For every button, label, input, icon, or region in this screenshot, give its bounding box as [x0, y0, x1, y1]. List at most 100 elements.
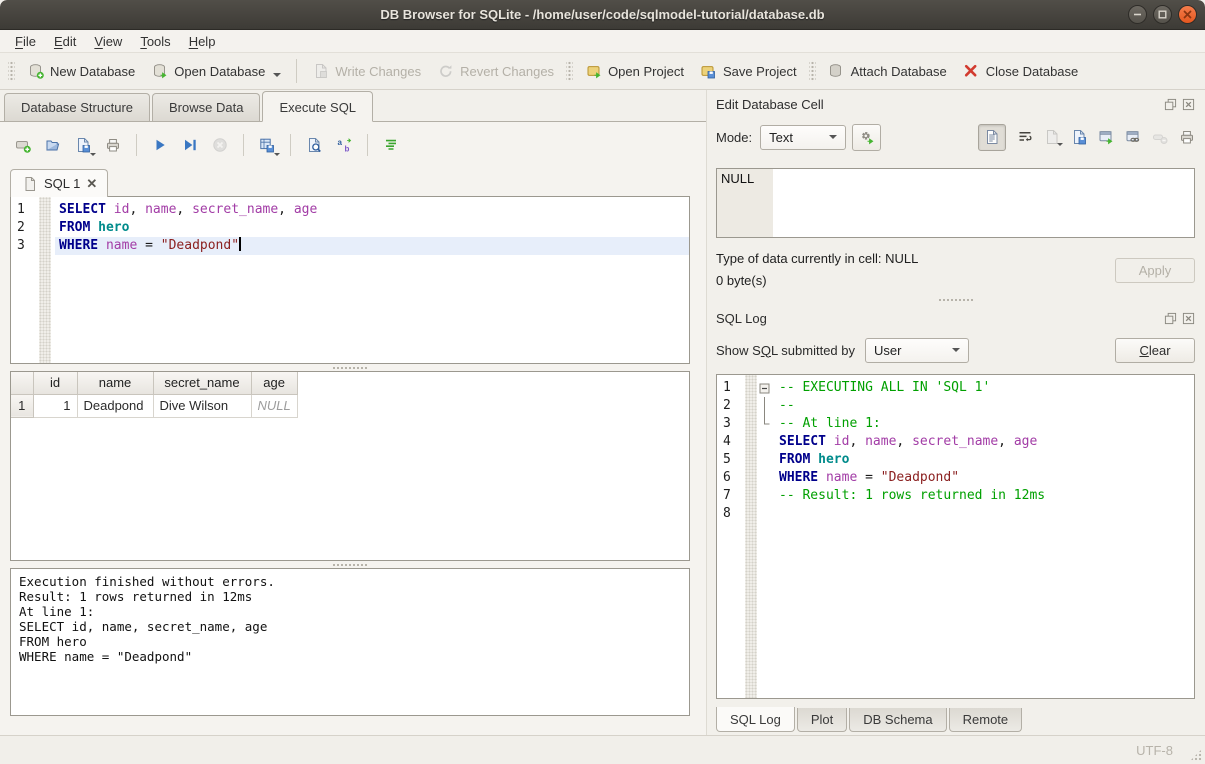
execute-line-button[interactable]: [177, 132, 203, 158]
link-button[interactable]: [1124, 129, 1141, 146]
save-project-button[interactable]: Save Project: [692, 59, 805, 84]
open-project-button[interactable]: Open Project: [577, 59, 692, 84]
execution-message-box[interactable]: Execution finished without errors.Result…: [10, 568, 690, 716]
line-number: 6: [723, 469, 745, 487]
table-cell[interactable]: Deadpond: [77, 394, 153, 417]
menu-help[interactable]: Help: [180, 32, 225, 51]
new-sql-tab-button[interactable]: [10, 132, 36, 158]
auto-apply-button[interactable]: [852, 124, 881, 151]
dock-float-icon[interactable]: [1163, 97, 1177, 111]
stop-icon: [212, 137, 229, 154]
dock-tab-remote[interactable]: Remote: [949, 708, 1023, 732]
toolbar-handle[interactable]: [566, 60, 573, 82]
print-button[interactable]: [1178, 129, 1195, 146]
minimize-button[interactable]: [1128, 5, 1147, 24]
message-line: At line 1:: [19, 604, 681, 619]
toolbar-handle[interactable]: [809, 60, 816, 82]
stop-button[interactable]: [207, 132, 233, 158]
sql-editor-code[interactable]: SELECT id, name, secret_name, ageFROM he…: [51, 197, 689, 363]
log-line: --: [775, 397, 1194, 415]
tab-browse-data[interactable]: Browse Data: [152, 93, 260, 121]
row-header[interactable]: 1: [11, 394, 33, 417]
clear-button[interactable]: Clear: [1115, 338, 1195, 363]
write-changes-button[interactable]: Write Changes: [304, 59, 429, 84]
menu-file[interactable]: File: [6, 32, 45, 51]
table-cell[interactable]: 1: [33, 394, 77, 417]
menu-view[interactable]: View: [85, 32, 131, 51]
execute-all-button[interactable]: [147, 132, 173, 158]
code-line[interactable]: FROM hero: [55, 219, 689, 237]
code-line[interactable]: SELECT id, name, secret_name, age: [55, 201, 689, 219]
apply-button[interactable]: Apply: [1115, 258, 1195, 283]
title-bar[interactable]: DB Browser for SQLite - /home/user/code/…: [0, 0, 1205, 30]
log-line: -- At line 1:: [775, 415, 1194, 433]
close-database-button[interactable]: Close Database: [955, 59, 1087, 84]
find-button[interactable]: [301, 132, 327, 158]
dock-tab-sql-log[interactable]: SQL Log: [716, 707, 795, 732]
close-button[interactable]: [1178, 5, 1197, 24]
menu-tools[interactable]: Tools: [131, 32, 179, 51]
word-wrap-icon: [1016, 129, 1033, 146]
main-toolbar: New Database Open Database Write ChangesRe…: [0, 53, 1205, 90]
text-mode-button[interactable]: [978, 124, 1006, 151]
menu-edit[interactable]: Edit: [45, 32, 85, 51]
print-button[interactable]: [100, 132, 126, 158]
column-header-secret_name[interactable]: secret_name: [153, 372, 251, 394]
dock-close-icon[interactable]: [1181, 97, 1195, 111]
dock-tab-plot[interactable]: Plot: [797, 708, 847, 732]
export-button[interactable]: [1070, 129, 1087, 146]
message-line: WHERE name = "Deadpond": [19, 649, 681, 664]
dock-tab-db-schema[interactable]: DB Schema: [849, 708, 946, 732]
cell-editor[interactable]: NULL: [716, 168, 1195, 238]
dock-float-icon[interactable]: [1163, 311, 1177, 325]
tab-database-structure[interactable]: Database Structure: [4, 93, 150, 121]
dock-splitter[interactable]: [716, 292, 1195, 308]
column-header-age[interactable]: age: [251, 372, 297, 394]
import-button[interactable]: [1043, 129, 1060, 146]
window-controls: [1128, 5, 1197, 24]
tab-execute-sql[interactable]: Execute SQL: [262, 91, 373, 122]
results-message-splitter[interactable]: [10, 561, 690, 568]
open-sql-file-button[interactable]: [40, 132, 66, 158]
word-wrap-button[interactable]: [1016, 129, 1033, 146]
external-app-button[interactable]: [1097, 129, 1114, 146]
open-database-button[interactable]: Open Database: [143, 59, 289, 84]
replace-button[interactable]: ab: [331, 132, 357, 158]
execute-all-icon: [152, 137, 169, 154]
submitter-combobox[interactable]: User: [865, 338, 969, 363]
new-database-button[interactable]: New Database: [19, 59, 143, 84]
resize-grip-icon[interactable]: [1190, 749, 1202, 761]
results-grid[interactable]: idnamesecret_nameage 11DeadpondDive Wils…: [10, 371, 690, 561]
sql-log-editor[interactable]: 12345678 -- EXECUTING ALL IN 'SQL 1'----…: [716, 374, 1195, 699]
column-header-name[interactable]: name: [77, 372, 153, 394]
dock-close-icon[interactable]: [1181, 311, 1195, 325]
revert-changes-icon: [437, 63, 454, 80]
line-number: 2: [723, 397, 745, 415]
mode-combobox[interactable]: Text: [760, 125, 846, 150]
save-results-button[interactable]: [254, 132, 280, 158]
fold-collapse-icon[interactable]: [757, 379, 771, 397]
message-line: Execution finished without errors.: [19, 574, 681, 589]
results-body: 11DeadpondDive WilsonNULL: [11, 394, 297, 417]
table-cell[interactable]: NULL: [251, 394, 297, 417]
attach-database-button[interactable]: Attach Database: [820, 59, 955, 84]
log-fold-column[interactable]: [757, 375, 771, 698]
format-button[interactable]: [378, 132, 404, 158]
code-line[interactable]: WHERE name = "Deadpond": [55, 237, 689, 255]
encoding-indicator[interactable]: UTF-8: [1136, 743, 1173, 758]
editor-results-splitter[interactable]: [10, 364, 690, 371]
tab-close-icon[interactable]: ✕: [86, 176, 97, 192]
toolbar-button-label: New Database: [50, 64, 135, 79]
table-cell[interactable]: Dive Wilson: [153, 394, 251, 417]
column-header-id[interactable]: id: [33, 372, 77, 394]
toolbar-separator: [136, 134, 137, 156]
revert-changes-button[interactable]: Revert Changes: [429, 59, 562, 84]
print-icon: [1178, 129, 1195, 146]
sql-tab[interactable]: SQL 1 ✕: [10, 169, 108, 197]
save-sql-file-button[interactable]: [70, 132, 96, 158]
sql-editor[interactable]: 123 SELECT id, name, secret_name, ageFRO…: [10, 196, 690, 364]
toolbar-handle[interactable]: [8, 60, 15, 82]
null-button[interactable]: [1151, 129, 1168, 146]
svg-text:a: a: [338, 138, 343, 147]
maximize-button[interactable]: [1153, 5, 1172, 24]
